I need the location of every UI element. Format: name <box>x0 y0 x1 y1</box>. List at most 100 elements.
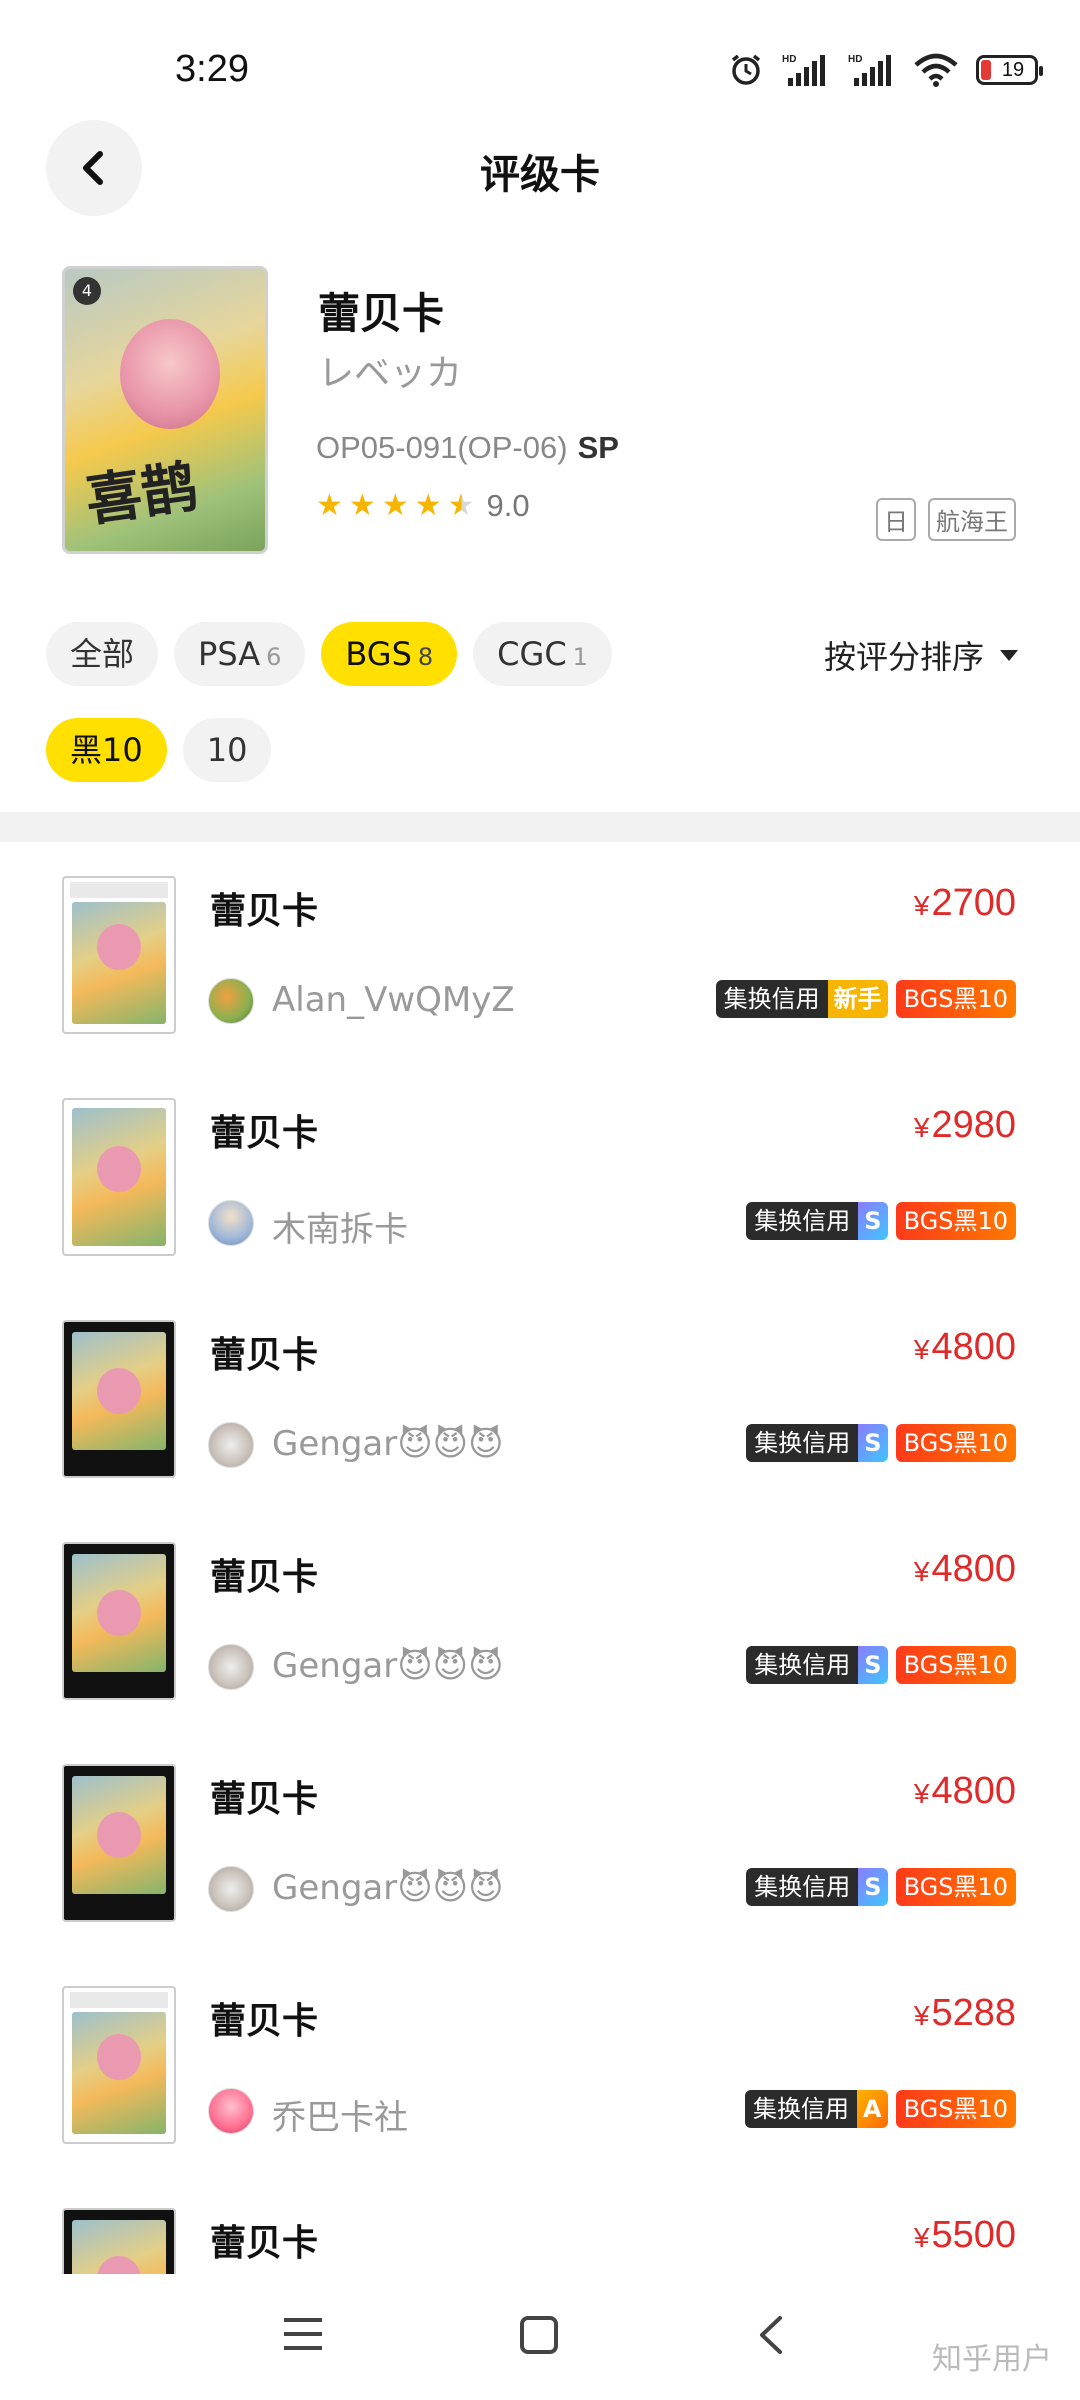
svg-text:HD: HD <box>848 54 862 65</box>
star-icon: ★ <box>381 488 409 523</box>
seller-name[interactable]: Gengar😈😈😈 <box>272 1424 504 1464</box>
avatar[interactable] <box>208 978 254 1024</box>
sort-dropdown[interactable]: 按评分排序 <box>824 632 1018 678</box>
filter-label: 全部 <box>70 635 135 673</box>
listing-thumbnail <box>62 1986 176 2144</box>
list-item[interactable]: 蕾贝卡 ¥5500 <box>0 2174 1080 2274</box>
listing-title: 蕾贝卡 <box>210 1557 319 1598</box>
filter-count: 1 <box>572 643 588 671</box>
seller-badges: 集换信用 新手 BGS黑10 <box>715 980 1016 1018</box>
level-badge: S <box>858 1202 888 1240</box>
card-cost-badge: 4 <box>73 277 101 305</box>
grade-badge: BGS黑10 <box>895 1646 1016 1684</box>
filter-cgc[interactable]: CGC 1 <box>473 622 612 686</box>
list-item[interactable]: 蕾贝卡 ¥4800 Gengar😈😈😈 集换信用 S BGS黑10 <box>0 1508 1080 1730</box>
listing-title: 蕾贝卡 <box>210 2223 319 2264</box>
price-value: 2980 <box>931 1104 1016 1146</box>
seller-name[interactable]: Gengar😈😈😈 <box>272 1646 504 1686</box>
product-rating: ★ ★ ★ ★ ★ 9.0 <box>316 488 530 524</box>
level-badge: S <box>858 1646 888 1684</box>
list-item[interactable]: 蕾贝卡 ¥5288 乔巴卡社 集换信用 A BGS黑10 <box>0 1952 1080 2174</box>
filter-label: PSA <box>198 635 261 673</box>
product-code: OP05-091(OP-06) SP <box>316 430 619 466</box>
filter-count: 6 <box>266 643 282 671</box>
menu-icon[interactable] <box>282 2314 324 2354</box>
grade-filters: 黑10 10 <box>46 718 272 782</box>
level-badge: S <box>858 1424 888 1462</box>
product-code-text: OP05-091(OP-06) <box>316 430 568 465</box>
seller-name[interactable]: Gengar😈😈😈 <box>272 1868 504 1908</box>
star-icon: ★ <box>414 488 442 523</box>
list-item[interactable]: 蕾贝卡 ¥4800 Gengar😈😈😈 集换信用 S BGS黑10 <box>0 1286 1080 1508</box>
listing-list[interactable]: 蕾贝卡 ¥2700 Alan_VwQMyZ 集换信用 新手 BGS黑10 蕾贝卡… <box>0 842 1080 2274</box>
currency-symbol: ¥ <box>913 2222 930 2253</box>
rating-value: 9.0 <box>486 488 530 523</box>
currency-symbol: ¥ <box>913 890 930 921</box>
grade-badge: BGS黑10 <box>895 980 1016 1018</box>
price-value: 5500 <box>931 2214 1016 2256</box>
half-star-icon: ★ <box>447 488 475 523</box>
signal-icon-1: HD <box>782 54 825 86</box>
home-icon[interactable] <box>518 2314 560 2356</box>
battery-level: 19 <box>1001 59 1025 81</box>
grade-badge: BGS黑10 <box>895 2090 1016 2128</box>
listing-thumbnail <box>62 2208 176 2274</box>
listing-thumbnail <box>62 876 176 1034</box>
header: 评级卡 <box>0 110 1080 220</box>
listing-title: 蕾贝卡 <box>210 2001 319 2042</box>
avatar[interactable] <box>208 2088 254 2134</box>
listing-title: 蕾贝卡 <box>210 1335 319 1376</box>
currency-symbol: ¥ <box>913 2000 930 2031</box>
listing-thumbnail <box>62 1764 176 1922</box>
listing-price: ¥4800 <box>914 1548 1016 1591</box>
credit-badge: 集换信用 <box>745 2090 857 2128</box>
grade-badge: BGS黑10 <box>895 1424 1016 1462</box>
seller-badges: 集换信用 A BGS黑10 <box>745 2090 1016 2128</box>
currency-symbol: ¥ <box>913 1112 930 1143</box>
product-jp-name: レベッカ <box>318 353 463 394</box>
list-item[interactable]: 蕾贝卡 ¥2980 木南拆卡 集换信用 S BGS黑10 <box>0 1064 1080 1286</box>
product-info: 4 喜鹊 蕾贝卡 レベッカ OP05-091(OP-06) SP ★ ★ ★ ★ … <box>0 262 1080 562</box>
avatar[interactable] <box>208 1866 254 1912</box>
filter-psa[interactable]: PSA 6 <box>174 622 306 686</box>
star-icon: ★ <box>348 488 376 523</box>
signal-icon-2: HD <box>848 54 891 86</box>
listing-price: ¥5500 <box>914 2214 1016 2257</box>
filter-label: 10 <box>206 731 248 769</box>
seller-name[interactable]: Alan_VwQMyZ <box>272 980 515 1020</box>
grade-badge: BGS黑10 <box>895 1868 1016 1906</box>
credit-badge: 集换信用 <box>746 1424 859 1462</box>
seller-badges: 集换信用 S BGS黑10 <box>746 1868 1016 1906</box>
back-nav-icon[interactable] <box>754 2314 786 2356</box>
credit-badge: 集换信用 <box>746 1202 859 1240</box>
product-image[interactable]: 4 喜鹊 <box>62 266 268 554</box>
signature: 喜鹊 <box>81 453 202 535</box>
currency-symbol: ¥ <box>913 1556 930 1587</box>
filter-all[interactable]: 全部 <box>46 622 159 686</box>
avatar[interactable] <box>208 1644 254 1690</box>
list-item[interactable]: 蕾贝卡 ¥2700 Alan_VwQMyZ 集换信用 新手 BGS黑10 <box>0 842 1080 1064</box>
level-badge: S <box>858 1868 888 1906</box>
listing-price: ¥4800 <box>914 1326 1016 1369</box>
filter-10[interactable]: 10 <box>182 718 272 782</box>
page-title: 评级卡 <box>480 152 600 198</box>
filter-bgs[interactable]: BGS 8 <box>321 622 458 686</box>
seller-name[interactable]: 乔巴卡社 <box>272 2090 408 2139</box>
seller-badges: 集换信用 S BGS黑10 <box>746 1424 1016 1462</box>
listing-thumbnail <box>62 1542 176 1700</box>
sort-label: 按评分排序 <box>823 638 984 676</box>
level-badge: 新手 <box>827 980 888 1018</box>
filter-black-10[interactable]: 黑10 <box>46 718 167 782</box>
avatar[interactable] <box>208 1200 254 1246</box>
price-value: 4800 <box>931 1770 1016 1812</box>
avatar[interactable] <box>208 1422 254 1468</box>
seller-badges: 集换信用 S BGS黑10 <box>746 1202 1016 1240</box>
listing-price: ¥2980 <box>914 1104 1016 1147</box>
list-item[interactable]: 蕾贝卡 ¥4800 Gengar😈😈😈 集换信用 S BGS黑10 <box>0 1730 1080 1952</box>
grader-filters: 全部 PSA 6 BGS 8 CGC 1 <box>46 622 612 686</box>
listing-thumbnail <box>62 1320 176 1478</box>
seller-name[interactable]: 木南拆卡 <box>272 1202 408 1251</box>
currency-symbol: ¥ <box>913 1778 930 1809</box>
svg-text:HD: HD <box>782 54 796 65</box>
status-time: 3:29 <box>175 48 249 90</box>
